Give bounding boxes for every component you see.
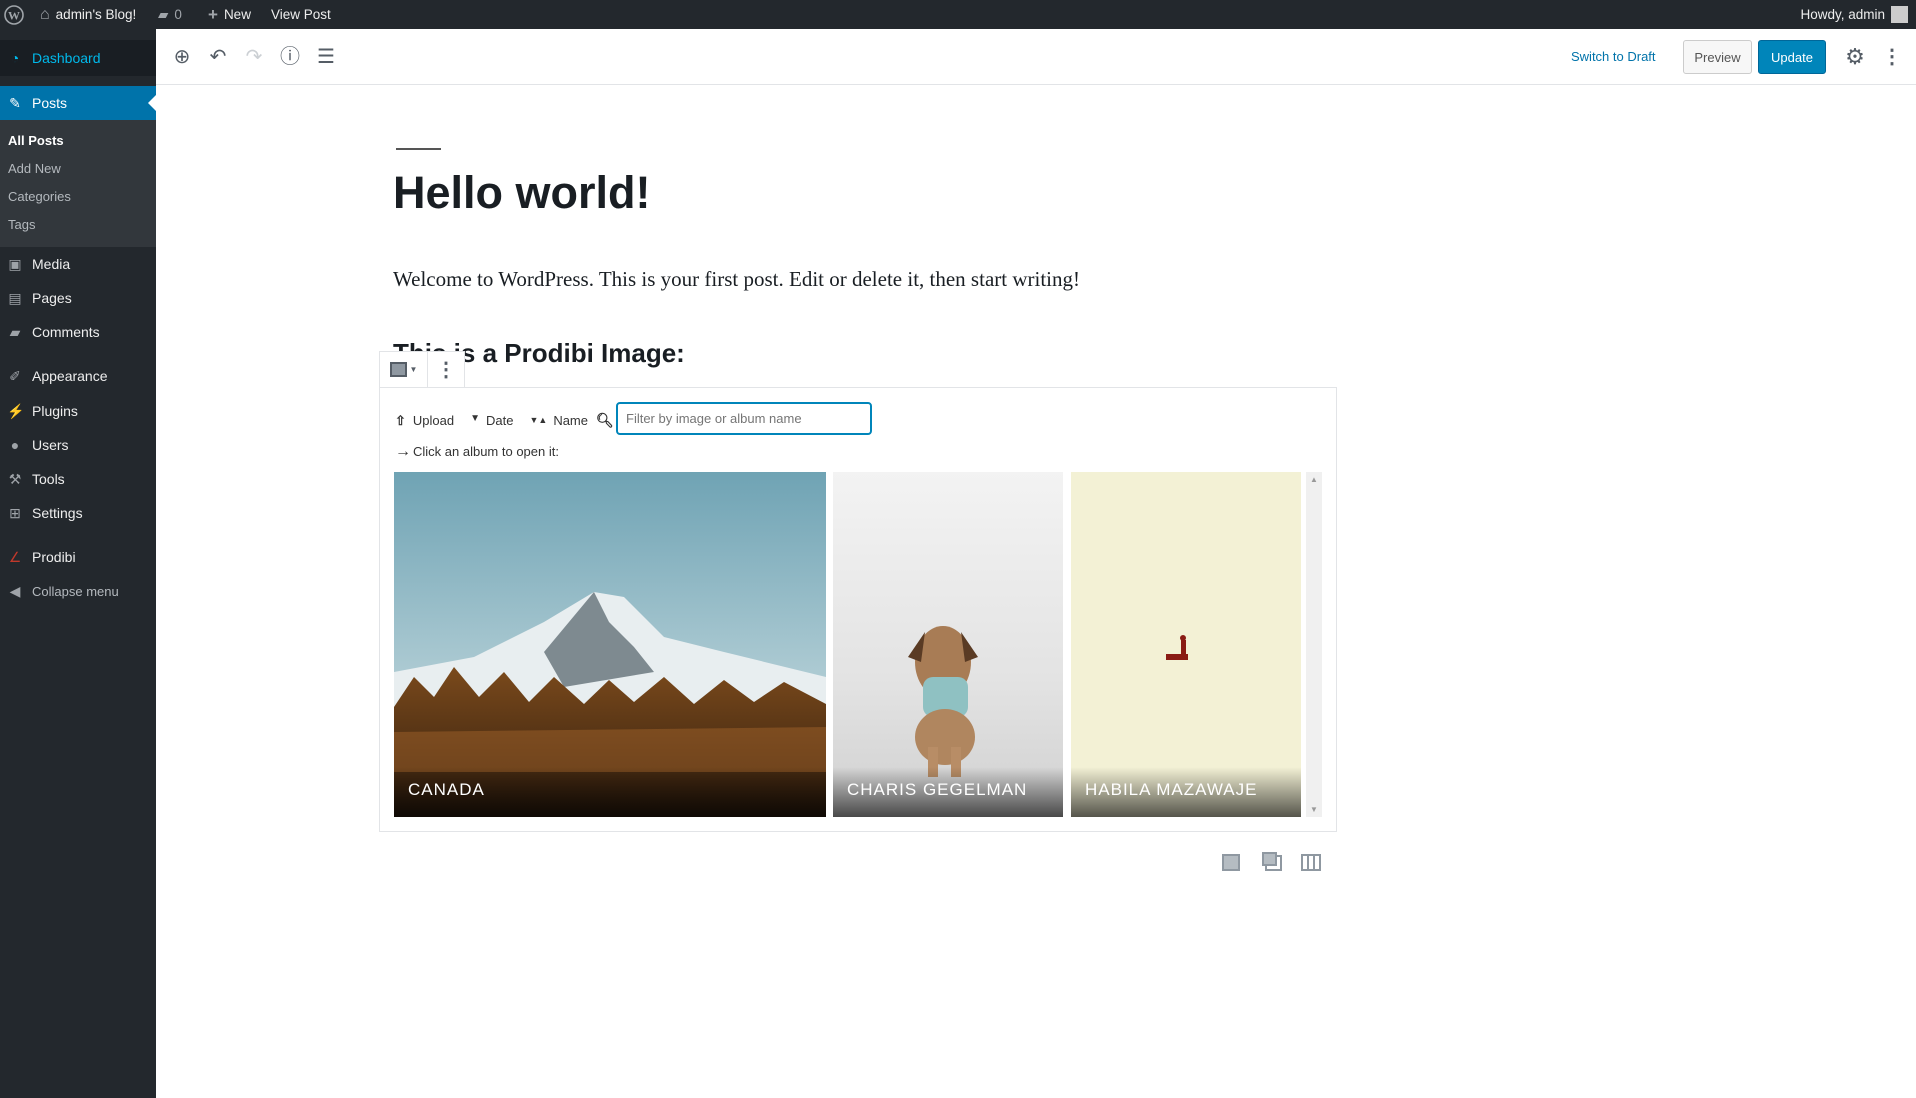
settings-icon: ⊞ — [9, 505, 21, 521]
arrow-right-icon: → — [395, 443, 411, 460]
editor-header: ⊕ ↶ ↷ ⓘ ☰ Switch to Draft Preview Update… — [156, 29, 1916, 85]
prodibi-toolbar: ⇧ Upload ▼ Date ▼▲ Name 🔍︎ — [395, 412, 614, 429]
preview-button[interactable]: Preview — [1683, 40, 1752, 74]
collapse-menu-button[interactable]: ◀ Collapse menu — [0, 574, 156, 608]
undo-icon[interactable]: ↶ — [206, 45, 230, 69]
gallery-icon[interactable] — [1262, 852, 1282, 871]
dashboard-icon: ◔ — [10, 50, 20, 66]
settings-gear-icon[interactable]: ⚙ — [1843, 45, 1867, 69]
single-image-icon[interactable] — [1222, 854, 1240, 871]
home-icon: ⌂ — [40, 6, 50, 23]
block-type-switcher[interactable]: ▼ — [380, 352, 428, 387]
sidebar-item-users[interactable]: ● Users — [0, 428, 156, 462]
new-link[interactable]: + New — [208, 0, 251, 29]
post-paragraph[interactable]: Welcome to WordPress. This is your first… — [393, 267, 1080, 292]
redo-icon[interactable]: ↷ — [242, 45, 266, 69]
sidebar-item-comments[interactable]: ▰ Comments — [0, 315, 156, 349]
outline-icon[interactable]: ☰ — [314, 45, 338, 69]
account-menu[interactable]: Howdy, admin — [1800, 0, 1908, 29]
prodibi-icon: ∠ — [8, 549, 22, 565]
svg-text:W: W — [8, 8, 20, 22]
title-separator — [396, 148, 441, 150]
pages-icon: ▤ — [8, 290, 22, 306]
submenu-categories[interactable]: Categories — [8, 189, 71, 204]
info-icon[interactable]: ⓘ — [278, 45, 302, 69]
post-title[interactable]: Hello world! — [393, 167, 651, 219]
boat-photo — [1166, 635, 1188, 660]
album-hint: → Click an album to open it: — [395, 443, 559, 460]
media-icon: ▣ — [8, 256, 22, 272]
sidebar-item-dashboard[interactable]: ◔ Dashboard — [0, 40, 156, 76]
wordpress-logo-icon[interactable]: W — [4, 0, 24, 29]
album-habila-mazawaje[interactable]: HABILA MAZAWAJE — [1071, 472, 1301, 817]
upload-icon: ⇧ — [395, 412, 406, 428]
posts-submenu: All Posts Add New Categories Tags — [0, 120, 156, 247]
view-post-link[interactable]: View Post — [271, 0, 331, 29]
plus-icon: + — [208, 5, 218, 24]
site-name-link[interactable]: ⌂ admin's Blog! — [40, 0, 136, 29]
comment-icon: ▰ — [158, 7, 169, 22]
prodibi-block: ⇧Upload ▼Date ▼▲Name 🔍︎ →Click an album … — [379, 387, 1337, 832]
block-toolbar: ▼ ⋮ — [379, 351, 465, 388]
dog-photo — [908, 626, 978, 777]
block-more-icon[interactable]: ⋮ — [428, 352, 464, 387]
sort-down-icon: ▼ — [470, 413, 481, 424]
filter-input[interactable] — [616, 402, 872, 435]
switch-to-draft-button[interactable]: Switch to Draft — [1571, 49, 1656, 64]
canada-photo — [394, 472, 826, 817]
album-caption: CHARIS GEGELMAN — [833, 767, 1063, 817]
submenu-add-new[interactable]: Add New — [8, 161, 61, 176]
album-canada[interactable]: CANADA — [394, 472, 826, 817]
pin-icon: ✎ — [9, 95, 21, 111]
admin-sidebar: ◔ Dashboard ✎ Posts All Posts Add New Cate… — [0, 29, 156, 1098]
scroll-down-icon[interactable]: ▼ — [1306, 805, 1322, 814]
albums-scrollbar[interactable]: ▲ ▼ — [1306, 472, 1322, 817]
sort-toggle-icon: ▼▲ — [529, 415, 548, 425]
album-caption: CANADA — [394, 767, 826, 817]
wrench-icon: ⚒ — [8, 471, 22, 487]
sort-name-button[interactable]: ▼▲ Name — [529, 413, 588, 428]
avatar — [1891, 6, 1908, 23]
upload-button[interactable]: ⇧ Upload — [395, 413, 454, 429]
current-arrow — [140, 95, 156, 111]
scroll-up-icon[interactable]: ▲ — [1306, 475, 1322, 484]
sort-date-button[interactable]: ▼ Date — [470, 413, 513, 428]
sidebar-item-settings[interactable]: ⊞ Settings — [0, 496, 156, 530]
columns-icon[interactable] — [1301, 854, 1321, 871]
submenu-tags[interactable]: Tags — [8, 217, 35, 232]
sidebar-item-tools[interactable]: ⚒ Tools — [0, 462, 156, 496]
comments-link[interactable]: ▰ 0 — [158, 0, 182, 29]
plugin-icon: ⚡ — [7, 403, 25, 419]
collapse-icon: ◀ — [9, 583, 21, 599]
add-block-icon[interactable]: ⊕ — [170, 45, 194, 69]
brush-icon: ✐ — [9, 368, 21, 384]
sidebar-item-prodibi[interactable]: ∠ Prodibi — [0, 540, 156, 574]
search-icon: 🔍︎ — [596, 412, 614, 428]
image-icon — [389, 362, 407, 377]
more-options-icon[interactable]: ⋮ — [1880, 45, 1904, 69]
sidebar-item-media[interactable]: ▣ Media — [0, 247, 156, 281]
admin-bar: W ⌂ admin's Blog! ▰ 0 + New View Post Howdy… — [0, 0, 1916, 29]
sidebar-item-posts[interactable]: ✎ Posts — [0, 86, 156, 120]
users-icon: ● — [10, 437, 20, 453]
sidebar-item-pages[interactable]: ▤ Pages — [0, 281, 156, 315]
update-button[interactable]: Update — [1758, 40, 1826, 74]
sidebar-item-appearance[interactable]: ✐ Appearance — [0, 359, 156, 393]
album-caption: HABILA MAZAWAJE — [1071, 767, 1301, 817]
submenu-all-posts[interactable]: All Posts — [8, 133, 64, 148]
comments-icon: ▰ — [9, 324, 21, 340]
sidebar-item-plugins[interactable]: ⚡ Plugins — [0, 394, 156, 428]
album-charis-gegelman[interactable]: CHARIS GEGELMAN — [833, 472, 1063, 817]
